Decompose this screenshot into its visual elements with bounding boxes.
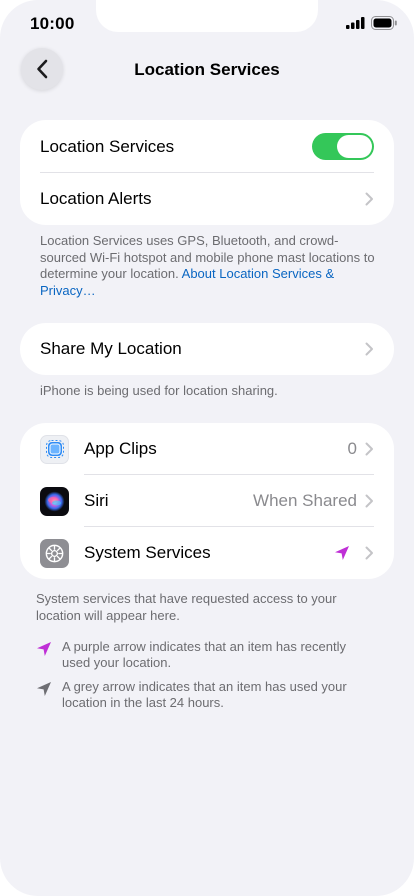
phone-screen: 10:00 Location Services Location Service…	[0, 0, 414, 896]
cellular-signal-icon	[346, 17, 365, 29]
location-services-footnote: Location Services uses GPS, Bluetooth, a…	[40, 233, 376, 299]
apps-footnote: System services that have requested acce…	[36, 591, 337, 623]
share-location-group: Share My Location	[20, 323, 394, 375]
location-services-label: Location Services	[40, 136, 175, 156]
page-title: Location Services	[134, 60, 280, 79]
purple-location-arrow-icon	[335, 546, 349, 560]
siri-icon	[40, 486, 69, 516]
legend-grey-text: A grey arrow indicates that an item has …	[62, 679, 347, 710]
chevron-right-icon	[365, 494, 373, 508]
purple-location-arrow-icon	[37, 642, 51, 656]
chevron-right-icon	[365, 192, 373, 206]
status-bar: 10:00	[0, 0, 414, 48]
app-label: System Services	[84, 543, 211, 562]
share-my-location-label: Share My Location	[40, 339, 182, 358]
toggle-knob	[337, 135, 372, 158]
legend-purple: A purple arrow indicates that an item ha…	[34, 639, 374, 671]
battery-icon	[371, 16, 397, 30]
app-label: App Clips	[84, 439, 157, 458]
app-value: When Shared	[253, 491, 357, 510]
app-clips-icon	[40, 434, 69, 464]
location-group: Location Services Location Alerts	[20, 120, 394, 225]
notch	[96, 0, 318, 32]
app-row-system-services[interactable]: System Services	[20, 527, 394, 579]
legend-grey: A grey arrow indicates that an item has …	[34, 679, 374, 711]
legend-purple-text: A purple arrow indicates that an item ha…	[62, 639, 346, 670]
location-services-toggle[interactable]	[312, 133, 374, 160]
app-row-app-clips[interactable]: App Clips 0	[20, 423, 394, 475]
chevron-right-icon	[365, 442, 373, 456]
apps-group: App Clips 0 Siri When Shared System Serv…	[20, 423, 394, 579]
gear-icon	[40, 538, 69, 568]
share-my-location-row[interactable]: Share My Location	[20, 323, 394, 375]
location-alerts-row[interactable]: Location Alerts	[20, 173, 394, 225]
share-location-footnote: iPhone is being used for location sharin…	[40, 383, 278, 398]
app-label: Siri	[84, 491, 109, 510]
location-alerts-label: Location Alerts	[40, 189, 152, 208]
chevron-right-icon	[365, 546, 373, 560]
chevron-right-icon	[365, 342, 373, 356]
app-row-siri[interactable]: Siri When Shared	[20, 475, 394, 527]
status-time: 10:00	[30, 14, 75, 33]
location-services-row: Location Services	[20, 120, 394, 173]
grey-location-arrow-icon	[37, 682, 51, 696]
app-value: 0	[347, 439, 357, 458]
